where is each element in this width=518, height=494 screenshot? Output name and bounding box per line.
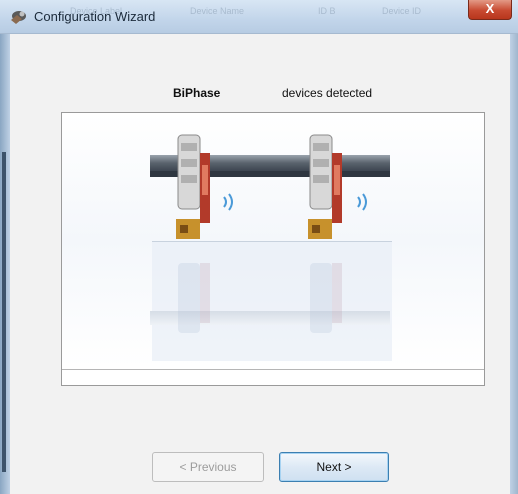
configuration-wizard-window: Device Label Device Name ID B Device ID …: [0, 0, 518, 494]
background-window-text: Device Name: [190, 6, 245, 16]
background-window-text: ID B: [318, 6, 336, 16]
device-image-panel: [61, 112, 485, 386]
close-button[interactable]: X: [468, 0, 512, 20]
next-button-label: Next >: [316, 460, 352, 474]
wizard-content: BiPhase devices detected < Previous Next…: [10, 34, 510, 494]
image-panel-divider: [62, 369, 484, 370]
title-bar[interactable]: Device Label Device Name ID B Device ID …: [0, 0, 518, 34]
device-brand-label: BiPhase: [173, 86, 221, 100]
window-title: Configuration Wizard: [34, 9, 156, 24]
previous-button[interactable]: < Previous: [152, 452, 264, 482]
stimulator-devices-illustration: [62, 113, 484, 367]
previous-button-label: < Previous: [179, 460, 237, 474]
window-right-border: [510, 34, 518, 494]
app-icon: [8, 7, 28, 27]
next-button[interactable]: Next >: [279, 452, 389, 482]
detection-heading: BiPhase devices detected: [10, 86, 510, 102]
close-icon: X: [485, 1, 495, 16]
devices-detected-label: devices detected: [282, 86, 373, 100]
window-left-border: [0, 34, 10, 494]
background-window-text: Device ID: [382, 6, 422, 16]
